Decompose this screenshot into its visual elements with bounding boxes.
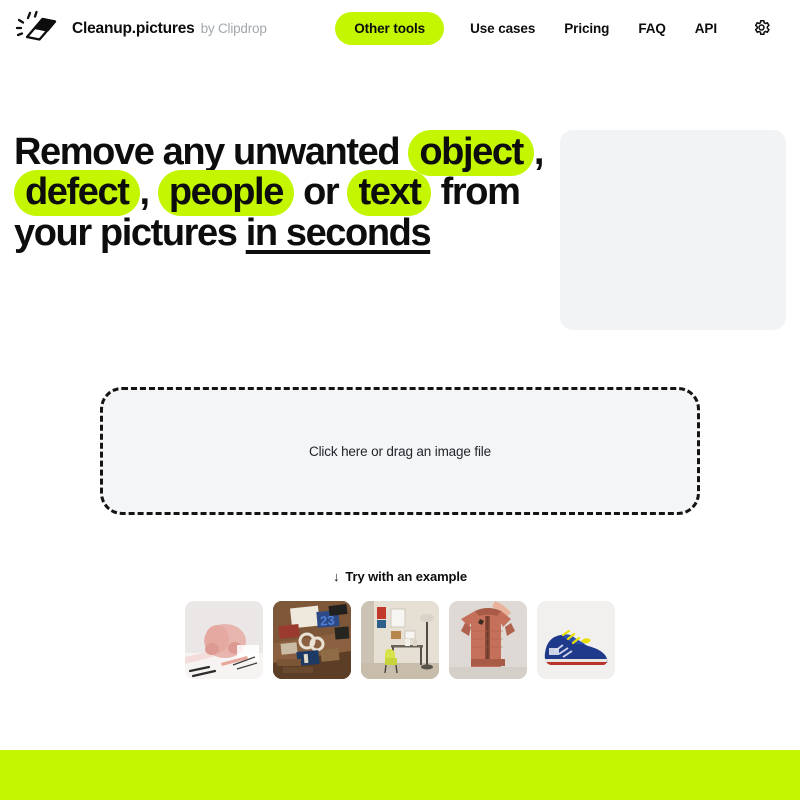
brand-byline: by Clipdrop [200, 20, 267, 36]
headline-highlight-object: object [408, 130, 534, 176]
example-thumbnail-yellow-chair-room[interactable] [361, 601, 439, 679]
other-tools-button[interactable]: Other tools [335, 12, 445, 45]
headline-highlight-defect: defect [14, 170, 140, 217]
image-dropzone[interactable]: Click here or drag an image file [100, 387, 700, 515]
hero-section: Remove any unwanted object, defect, peop… [0, 127, 800, 330]
examples-heading: ↓ Try with an example [333, 569, 467, 584]
headline-part-1: Remove any unwanted [14, 131, 401, 173]
example-thumbnail-orange-jacket[interactable] [449, 601, 527, 679]
examples-label-text: Try with an example [345, 569, 468, 584]
gear-icon [752, 18, 771, 40]
upload-area-wrapper: Click here or drag an image file [0, 387, 800, 515]
hero-media-placeholder [560, 130, 786, 330]
examples-section: ↓ Try with an example 23 [0, 568, 800, 679]
main-navigation: Other tools Use cases Pricing FAQ API [335, 12, 786, 45]
brand-name: Cleanup.pictures [72, 19, 195, 37]
site-header: Cleanup.pictures by Clipdrop Other tools… [0, 0, 800, 57]
footer-accent-band [0, 750, 800, 800]
nav-item-api[interactable]: API [695, 15, 717, 42]
example-thumbnail-row: 23 [0, 601, 800, 679]
headline-highlight-people: people [157, 170, 294, 217]
brand-wordmark: Cleanup.pictures by Clipdrop [72, 20, 267, 38]
headline-separator-1: , [533, 131, 545, 173]
arrow-down-icon: ↓ [332, 569, 340, 584]
nav-item-faq[interactable]: FAQ [638, 15, 666, 42]
page-title: Remove any unwanted object, defect, peop… [14, 127, 544, 253]
dropzone-label: Click here or drag an image file [308, 443, 492, 459]
headline-separator-2: , [139, 171, 151, 214]
headline-connector: or [303, 171, 340, 214]
settings-button[interactable] [748, 16, 774, 42]
headline-underlined: in seconds [245, 211, 432, 254]
nav-item-use-cases[interactable]: Use cases [470, 15, 535, 42]
example-thumbnail-pink-backpack[interactable] [185, 601, 263, 679]
brand-logo[interactable]: Cleanup.pictures by Clipdrop [14, 9, 267, 49]
eraser-sparkle-icon [14, 9, 60, 49]
example-thumbnail-blue-sneaker[interactable] [537, 601, 615, 679]
nav-item-pricing[interactable]: Pricing [564, 15, 609, 42]
headline-highlight-text: text [347, 170, 432, 217]
example-thumbnail-wooden-desk[interactable]: 23 [273, 601, 351, 679]
